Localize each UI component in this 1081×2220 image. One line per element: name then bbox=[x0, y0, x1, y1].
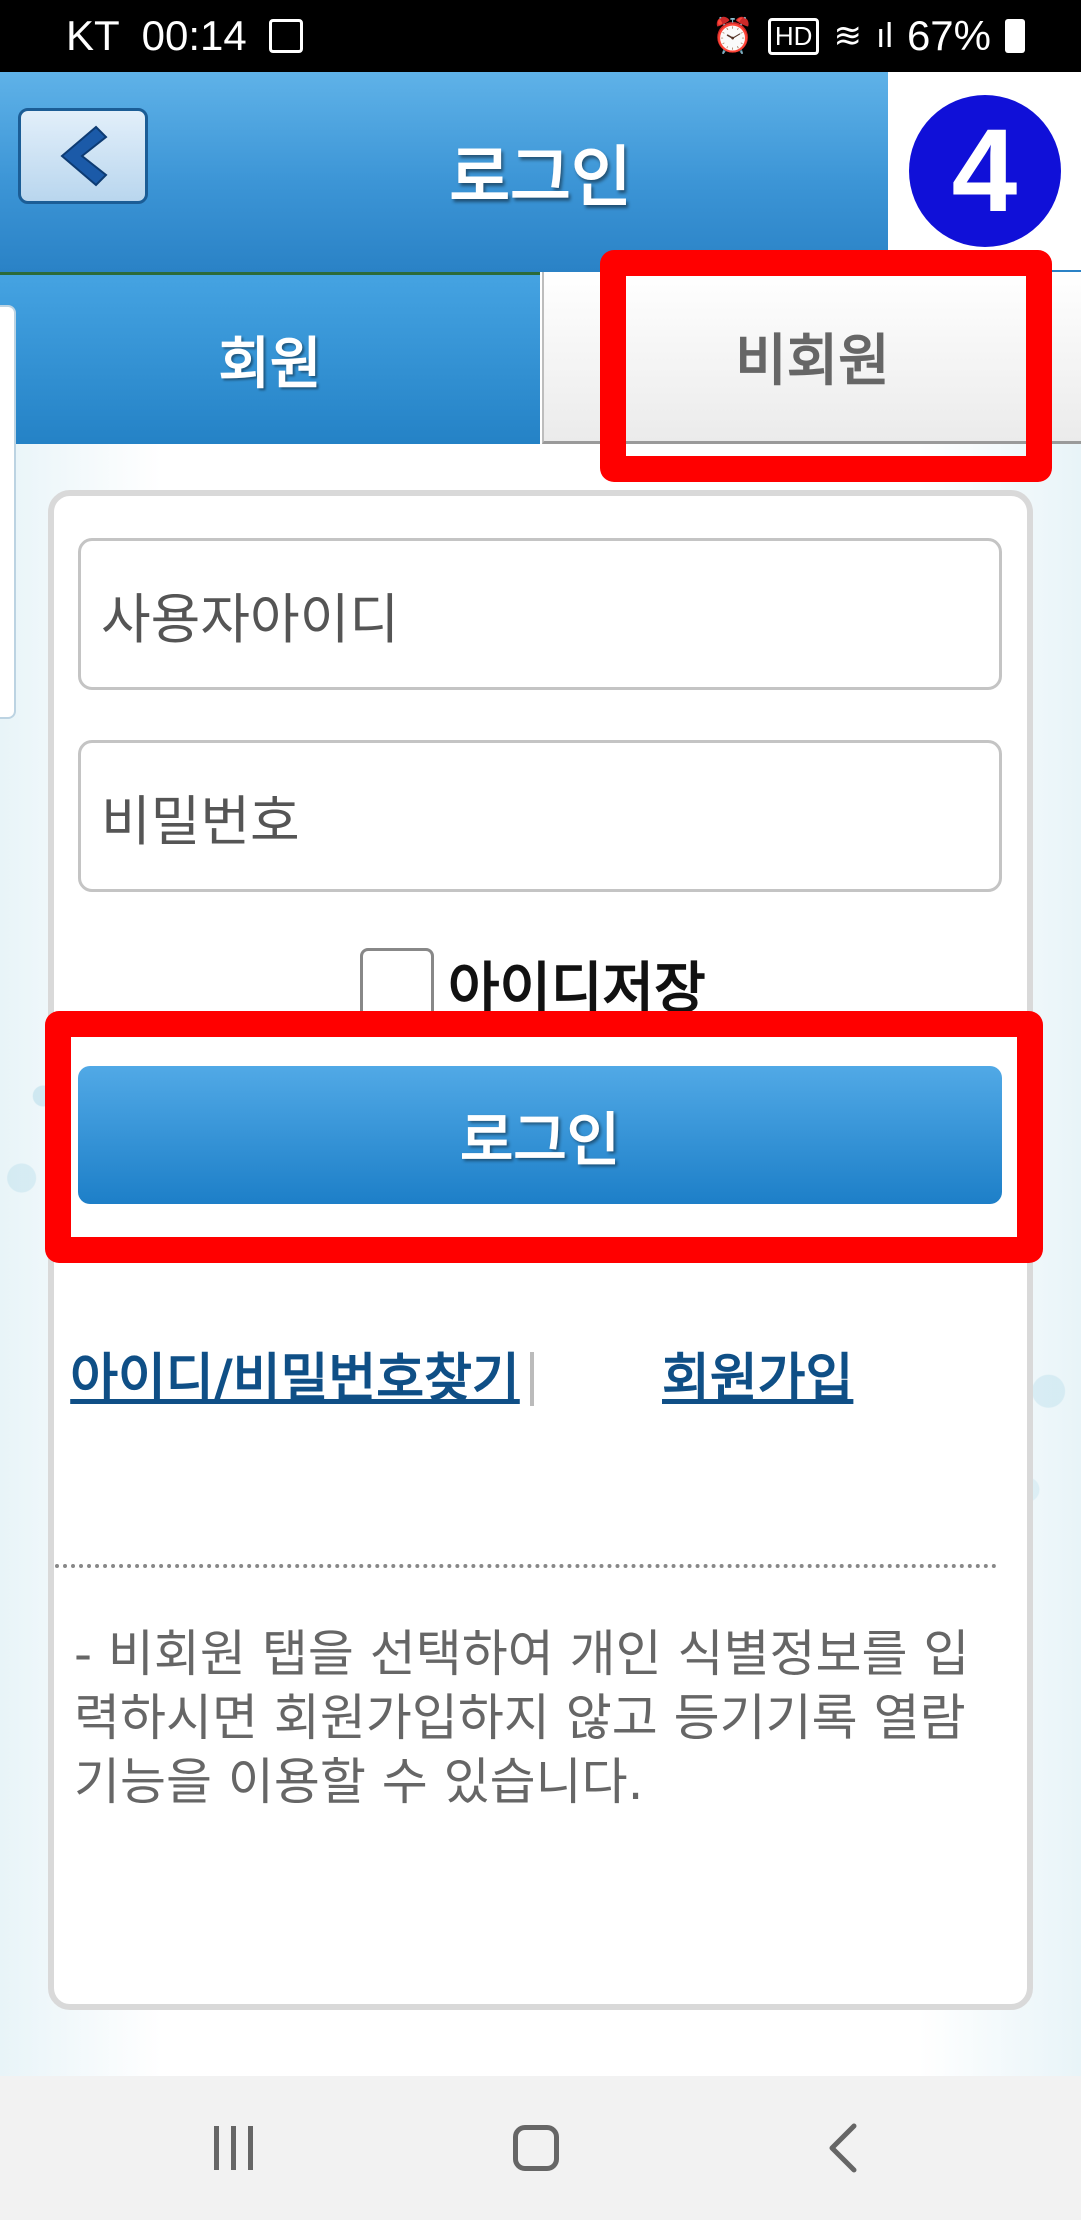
highlight-login-button bbox=[45, 1011, 1043, 1263]
password-placeholder: 비밀번호 bbox=[101, 789, 300, 853]
highlight-guest-tab bbox=[600, 250, 1052, 482]
system-nav-bar bbox=[0, 2076, 1081, 2220]
back-button[interactable] bbox=[18, 108, 148, 204]
user-id-placeholder: 사용자아이디 bbox=[101, 587, 400, 651]
clock: 00:14 bbox=[141, 12, 247, 59]
dotted-divider bbox=[55, 1564, 997, 1568]
side-drawer-handle[interactable] bbox=[0, 305, 16, 719]
battery-percent: 67% bbox=[906, 12, 991, 59]
signal-icon: ıl bbox=[875, 16, 893, 55]
wifi-icon: ≋ bbox=[833, 17, 862, 55]
back-icon[interactable] bbox=[822, 2120, 862, 2176]
user-id-input[interactable]: 사용자아이디 bbox=[78, 538, 1002, 690]
status-bar: KT 00:14 ⏰ HD ≋ ıl 67% bbox=[0, 0, 1081, 72]
hd-icon: HD bbox=[767, 17, 820, 55]
home-icon[interactable] bbox=[513, 2125, 559, 2171]
carrier-label: KT bbox=[66, 12, 120, 59]
password-input[interactable]: 비밀번호 bbox=[78, 740, 1002, 892]
battery-icon bbox=[1005, 19, 1025, 53]
tab-member[interactable]: 회원 bbox=[0, 272, 540, 444]
link-separator bbox=[530, 1352, 534, 1406]
sign-up-link[interactable]: 회원가입 bbox=[662, 1340, 853, 1418]
recents-icon[interactable] bbox=[214, 2126, 253, 2170]
guest-notice-text: - 비회원 탭을 선택하여 개인 식별정보를 입력하시면 회원가입하지 않고 등… bbox=[74, 1625, 970, 1811]
step-badge: 4 bbox=[908, 95, 1061, 247]
chevron-left-icon bbox=[60, 125, 108, 187]
alarm-icon: ⏰ bbox=[711, 17, 754, 55]
step-badge-area: 4 bbox=[888, 72, 1081, 270]
find-account-link[interactable]: 아이디/비밀번호찾기 bbox=[55, 1340, 535, 1418]
image-icon bbox=[268, 19, 303, 53]
